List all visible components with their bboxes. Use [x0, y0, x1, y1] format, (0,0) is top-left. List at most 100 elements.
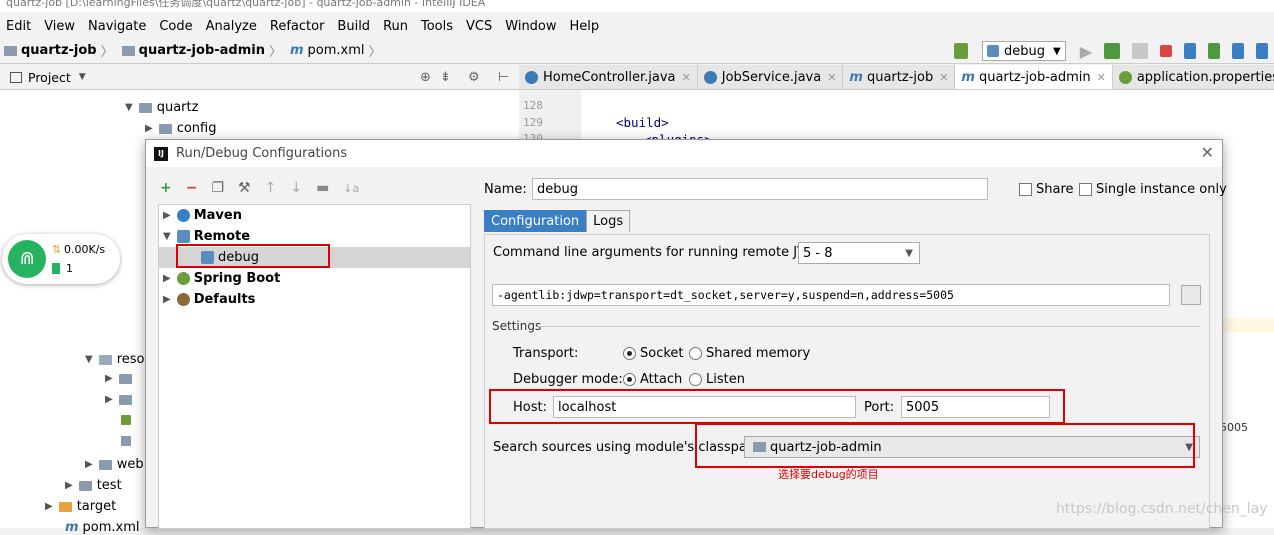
close-icon[interactable]: ✕	[682, 71, 691, 84]
menu-edit[interactable]: Edit	[6, 19, 31, 34]
radio-icon	[689, 347, 702, 360]
run-config-select[interactable]: debug ▼	[981, 41, 1066, 61]
tree-node-resources[interactable]: ▼ reso	[85, 352, 145, 367]
tree-node-test[interactable]: ▶ test	[65, 478, 122, 493]
wrench-icon[interactable]: ⚒	[238, 180, 251, 196]
tree-node-target[interactable]: ▶ target	[45, 499, 116, 514]
radio-icon	[623, 347, 636, 360]
menu-code[interactable]: Code	[159, 19, 192, 34]
menu-build[interactable]: Build	[337, 19, 370, 34]
structure-icon[interactable]	[1232, 43, 1244, 59]
tree-node-file[interactable]	[121, 436, 136, 446]
chevron-down-icon: ▼	[1052, 45, 1061, 57]
jvm-version-select[interactable]: 5 - 8 ▼	[798, 242, 920, 264]
battery-icon	[52, 263, 60, 274]
breadcrumb-item[interactable]: m pom.xml 〉	[290, 41, 386, 60]
single-instance-checkbox[interactable]: Single instance only	[1079, 182, 1227, 197]
vcs-commit-icon[interactable]	[1208, 43, 1220, 59]
speed-arrow-icon: ⇅	[52, 243, 62, 256]
tab-quartz-job[interactable]: m quartz-job ✕	[843, 65, 956, 89]
menu-tools[interactable]: Tools	[421, 19, 453, 34]
folder-icon	[78, 480, 92, 491]
side-text: 5005	[1220, 421, 1248, 434]
copy-icon[interactable]: ❐	[211, 180, 224, 196]
tab-configuration[interactable]: Configuration	[484, 210, 587, 232]
shared-memory-radio[interactable]: Shared memory	[689, 346, 810, 361]
menu-run[interactable]: Run	[383, 19, 408, 34]
tab-jobservice[interactable]: JobService.java ✕	[698, 65, 844, 89]
close-icon[interactable]: ✕	[1097, 71, 1106, 84]
menu-vcs[interactable]: VCS	[466, 19, 492, 34]
run-icon[interactable]: ▶	[1080, 42, 1092, 61]
watermark: https://blog.csdn.net/chen_lay	[1056, 501, 1268, 517]
folder-icon	[121, 45, 135, 56]
tree-node-quartz[interactable]: ▼ quartz	[125, 100, 198, 115]
project-panel-label[interactable]: Project	[28, 70, 71, 85]
tab-application-properties[interactable]: application.properties✕	[1113, 65, 1274, 89]
tab-logs[interactable]: Logs	[586, 210, 631, 232]
spring-icon	[1118, 70, 1132, 84]
wifi-count: 1	[66, 262, 73, 275]
listen-radio[interactable]: Listen	[689, 372, 745, 387]
window-title: quartz-job [D:\learningFiles\任务调度\quartz…	[0, 0, 1274, 12]
remove-icon[interactable]: −	[186, 180, 198, 196]
debug-icon[interactable]	[1104, 43, 1120, 59]
settings-icon[interactable]	[1256, 43, 1268, 59]
breadcrumb-item[interactable]: quartz-job 〉	[4, 41, 118, 60]
tab-homecontroller[interactable]: HomeController.java ✕	[519, 65, 698, 89]
locate-icon[interactable]: ⊕	[420, 70, 431, 85]
coverage-icon[interactable]	[1132, 43, 1148, 59]
tab-quartz-job-admin[interactable]: m quartz-job-admin ✕	[955, 65, 1113, 89]
sort-icon[interactable]: ↓a	[343, 182, 359, 195]
run-toolbar: debug ▼ ▶	[948, 38, 1274, 64]
vcs-update-icon[interactable]	[1184, 43, 1196, 59]
tree-node-remote[interactable]: ▼ Remote	[163, 229, 250, 244]
cmd-args-field[interactable]: -agentlib:jdwp=transport=dt_socket,serve…	[492, 284, 1170, 306]
menu-refactor[interactable]: Refactor	[270, 19, 325, 34]
tree-node-file[interactable]	[121, 415, 136, 425]
editor-tabs: HomeController.java ✕ JobService.java ✕ mq…	[519, 65, 1274, 90]
folder-icon	[118, 394, 132, 405]
folder-icon	[98, 459, 112, 470]
tree-node-child[interactable]: ▶	[105, 373, 137, 384]
collapse-icon[interactable]: ⇟	[440, 70, 451, 85]
tree-node-config[interactable]: ▶ config	[145, 121, 216, 136]
add-icon[interactable]: +	[160, 180, 172, 196]
share-checkbox[interactable]: Share	[1019, 182, 1074, 197]
maven-icon: m	[849, 69, 863, 85]
breadcrumb-item[interactable]: quartz-job-admin 〉	[121, 41, 286, 60]
tree-node-defaults[interactable]: ▶ Defaults	[163, 292, 255, 307]
chevron-down-icon[interactable]: ▼	[79, 72, 86, 82]
copy-icon[interactable]	[1181, 285, 1201, 305]
close-icon[interactable]: ✕	[1201, 143, 1214, 162]
socket-radio[interactable]: Socket	[623, 346, 684, 361]
stop-icon[interactable]	[1160, 45, 1172, 57]
menu-view[interactable]: View	[44, 19, 75, 34]
menu-window[interactable]: Window	[505, 19, 556, 34]
menu-navigate[interactable]: Navigate	[88, 19, 146, 34]
attach-radio[interactable]: Attach	[623, 372, 682, 387]
close-icon[interactable]: ✕	[939, 71, 948, 84]
tree-node-spring-boot[interactable]: ▶ Spring Boot	[163, 271, 280, 286]
chevron-down-icon: ▼	[905, 247, 913, 259]
folder-icon	[158, 123, 172, 134]
class-icon	[525, 70, 538, 84]
hide-icon[interactable]: ⊢	[498, 70, 509, 85]
close-icon[interactable]: ✕	[827, 71, 836, 84]
folder-icon	[98, 354, 112, 365]
tree-node-web[interactable]: ▶ web	[85, 457, 144, 472]
tree-node-child[interactable]: ▶	[105, 394, 137, 405]
checkbox-icon	[1019, 183, 1032, 196]
folder-icon[interactable]: ▬	[316, 180, 329, 196]
name-field[interactable]: debug	[532, 178, 988, 200]
menu-help[interactable]: Help	[570, 19, 600, 34]
move-up-icon[interactable]: ↑	[265, 180, 277, 196]
tree-node-maven[interactable]: ▶ Maven	[163, 208, 242, 223]
divider	[538, 326, 1200, 327]
remote-icon	[986, 45, 999, 57]
gear-icon[interactable]: ⚙	[468, 70, 480, 85]
menu-analyze[interactable]: Analyze	[206, 19, 257, 34]
build-icon[interactable]	[953, 43, 968, 59]
wifi-widget: ⋒ ⇅ 0.00K/s 1	[2, 234, 120, 284]
move-down-icon[interactable]: ↓	[290, 180, 302, 196]
